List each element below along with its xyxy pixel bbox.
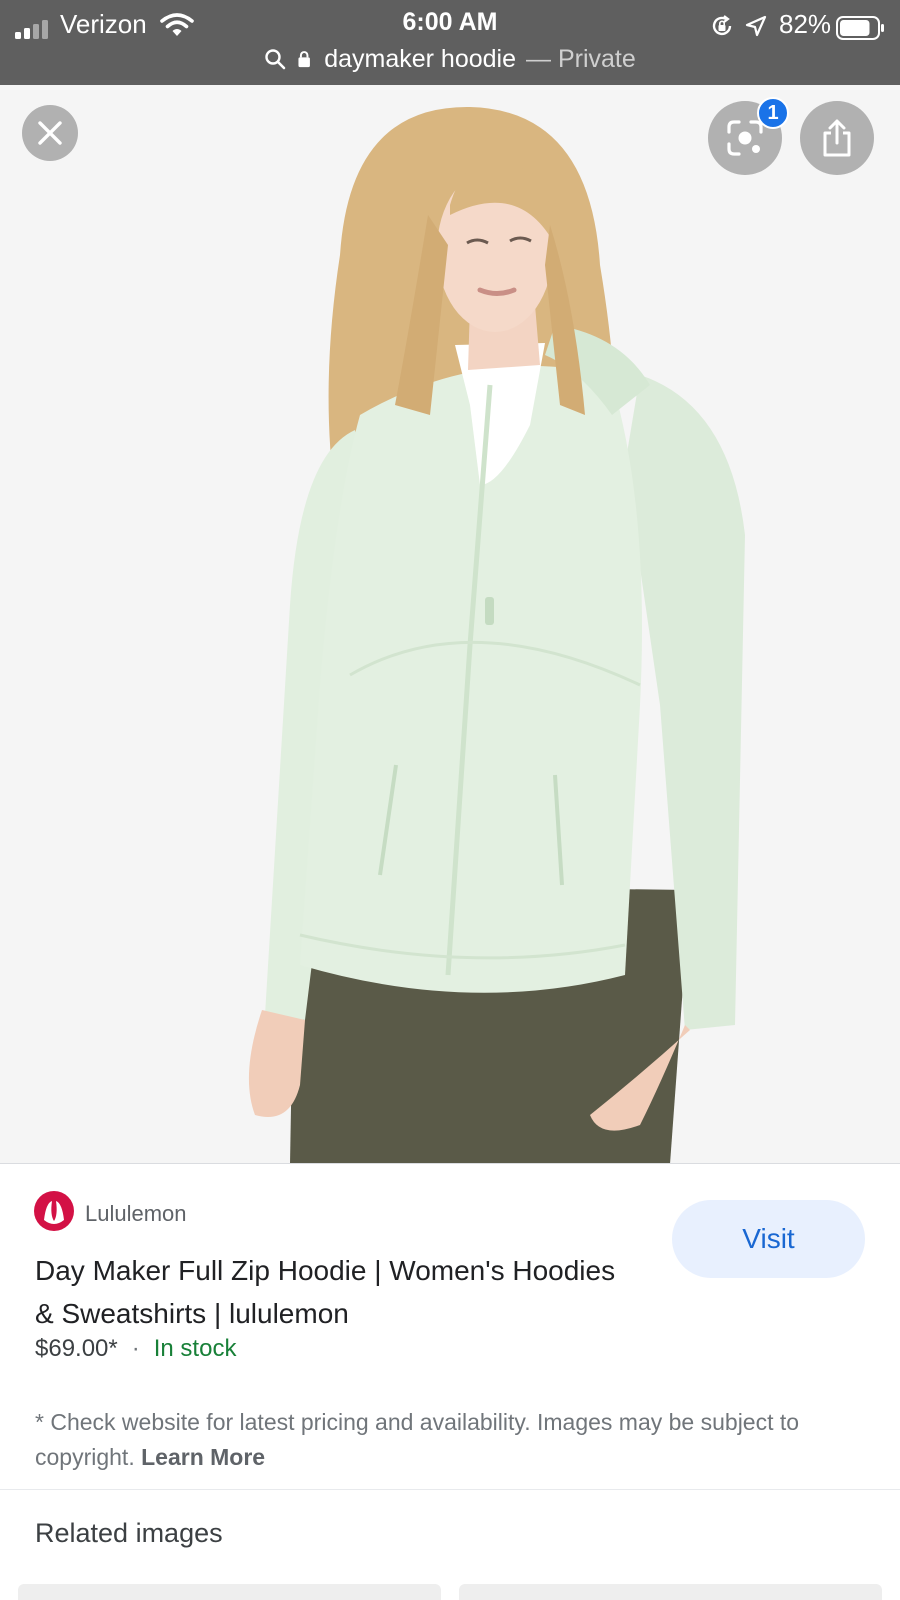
- lock-icon: [298, 51, 311, 68]
- source-name[interactable]: Lululemon: [85, 1201, 187, 1227]
- price-separator: ·: [131, 1335, 140, 1362]
- battery-percentage: 82%: [779, 9, 832, 39]
- section-divider: [0, 1489, 900, 1490]
- product-photo: [0, 85, 900, 1163]
- product-image-viewer[interactable]: 1: [0, 85, 900, 1164]
- share-button[interactable]: [800, 101, 874, 175]
- disclaimer-text: * Check website for latest pricing and a…: [35, 1405, 865, 1475]
- learn-more-link[interactable]: Learn More: [141, 1444, 265, 1470]
- battery-icon: [836, 16, 884, 40]
- close-icon: [38, 121, 62, 145]
- product-price: $69.00*: [35, 1335, 118, 1362]
- lens-count-badge: 1: [757, 97, 789, 129]
- related-image-thumbnail[interactable]: [459, 1584, 882, 1600]
- lens-icon: [727, 120, 763, 156]
- lululemon-logo-icon: [34, 1191, 74, 1231]
- address-bar[interactable]: daymaker hoodie — Private: [0, 40, 900, 78]
- related-images-heading: Related images: [35, 1518, 223, 1548]
- product-title[interactable]: Day Maker Full Zip Hoodie | Women's Hood…: [35, 1249, 635, 1335]
- search-icon: [265, 49, 286, 70]
- status-bar: Verizon 6:00 AM 82%: [0, 6, 900, 42]
- stock-status: In stock: [153, 1335, 237, 1362]
- price-availability-row: $69.00* · In stock: [35, 1335, 236, 1363]
- private-mode-label: — Private: [526, 44, 636, 73]
- related-image-thumbnail[interactable]: [18, 1584, 441, 1600]
- rotation-lock-icon: [712, 15, 732, 36]
- visit-button[interactable]: Visit: [672, 1200, 865, 1278]
- search-query: daymaker hoodie: [324, 44, 517, 73]
- share-icon: [823, 119, 851, 157]
- product-info-card: Lululemon Visit Day Maker Full Zip Hoodi…: [0, 1165, 900, 1489]
- browser-top-bar: Verizon 6:00 AM 82% daymaker hoodie — Pr…: [0, 0, 900, 85]
- close-button[interactable]: [22, 105, 78, 161]
- location-arrow-icon: [745, 15, 767, 37]
